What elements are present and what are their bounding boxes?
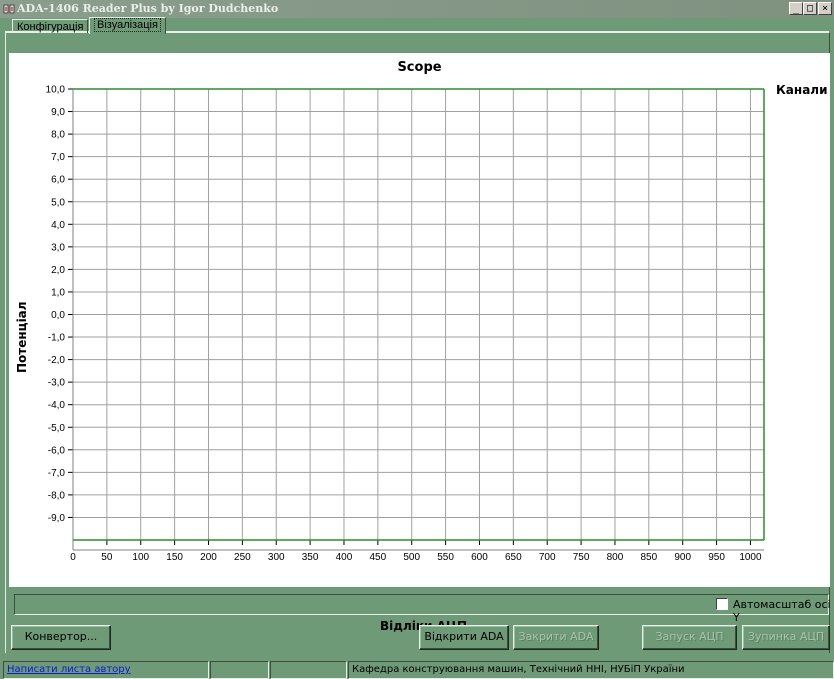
x-tick-label: 650 bbox=[505, 552, 522, 563]
y-tick-label: -5,0 bbox=[48, 423, 66, 434]
x-tick-label: 150 bbox=[166, 552, 183, 563]
status-link-cell: Написати листа автору bbox=[3, 661, 209, 679]
x-tick-label: 1000 bbox=[739, 552, 762, 563]
x-tick-label: 750 bbox=[573, 552, 590, 563]
y-tick-label: -2,0 bbox=[48, 355, 66, 366]
x-tick-label: 0 bbox=[70, 552, 76, 563]
y-tick-label: -6,0 bbox=[48, 445, 66, 456]
tab-label: Візуалізація bbox=[94, 18, 161, 32]
status-cell-empty-2 bbox=[270, 661, 347, 679]
write-author-link[interactable]: Написати листа автору bbox=[7, 664, 131, 675]
y-tick-label: 4,0 bbox=[51, 220, 65, 231]
x-tick-label: 700 bbox=[539, 552, 556, 563]
y-tick-label: 3,0 bbox=[51, 242, 65, 253]
scope-plot[interactable]: 0 50 100 150 200 250 300 350 400 450 500 550 600 650 7… bbox=[9, 53, 830, 587]
stop-adc-button[interactable]: Зупинка АЦП bbox=[742, 625, 830, 650]
autoscale-checkbox[interactable] bbox=[716, 598, 728, 610]
y-tick-label: 1,0 bbox=[51, 287, 65, 298]
app-icon bbox=[3, 4, 15, 14]
y-tick-label: 2,0 bbox=[51, 265, 65, 276]
x-tick-label: 50 bbox=[101, 552, 113, 563]
autoscale-label: Автомасштаб осі Y bbox=[733, 598, 831, 624]
y-tick-label: -8,0 bbox=[48, 490, 66, 501]
close-ada-button[interactable]: Закрити ADA bbox=[513, 625, 599, 650]
status-bar: Написати листа автору Кафедра конструюва… bbox=[0, 660, 834, 679]
converter-button[interactable]: Конвертор... bbox=[11, 625, 111, 650]
y-tick-label: -4,0 bbox=[48, 400, 66, 411]
minimize-icon[interactable]: _ bbox=[789, 2, 803, 15]
x-tick-label: 900 bbox=[674, 552, 691, 563]
x-tick-label: 500 bbox=[403, 552, 420, 563]
x-tick-label: 200 bbox=[200, 552, 217, 563]
title-bar: ADA-1406 Reader Plus by Igor Dudchenko _… bbox=[0, 0, 834, 18]
y-tick-label: 6,0 bbox=[51, 175, 65, 186]
x-tick-label: 300 bbox=[268, 552, 285, 563]
status-cell-empty-1 bbox=[210, 661, 269, 679]
open-ada-button[interactable]: Відкрити ADA bbox=[419, 625, 509, 650]
x-tick-label: 950 bbox=[708, 552, 725, 563]
y-tick-label: 0,0 bbox=[51, 310, 65, 321]
window-title: ADA-1406 Reader Plus by Igor Dudchenko bbox=[17, 2, 279, 15]
y-tick-label: 7,0 bbox=[51, 152, 65, 163]
options-bar bbox=[14, 594, 829, 615]
x-tick-label: 800 bbox=[607, 552, 624, 563]
maximize-icon[interactable]: □ bbox=[803, 2, 817, 15]
y-tick-label: -9,0 bbox=[48, 513, 66, 524]
status-info: Кафедра конструювання машин, Технічний Н… bbox=[348, 661, 834, 679]
x-tick-label: 250 bbox=[234, 552, 251, 563]
panel-border-left bbox=[5, 33, 6, 653]
y-tick-label: -1,0 bbox=[48, 333, 66, 344]
x-tick-label: 450 bbox=[370, 552, 387, 563]
x-tick-label: 400 bbox=[336, 552, 353, 563]
x-tick-label: 350 bbox=[302, 552, 319, 563]
y-tick-label: 9,0 bbox=[51, 107, 65, 118]
chart-panel: Scope Канали Потенціал Відліки АЦП 05010… bbox=[9, 53, 830, 633]
tab-configuration[interactable]: Конфігурація bbox=[12, 19, 89, 33]
x-tick-label: 100 bbox=[132, 552, 149, 563]
y-tick-label: 5,0 bbox=[51, 197, 65, 208]
x-tick-label: 550 bbox=[437, 552, 454, 563]
tab-visualization[interactable]: Візуалізація bbox=[89, 17, 166, 34]
start-adc-button[interactable]: Запуск АЦП bbox=[642, 625, 737, 650]
x-tick-label: 850 bbox=[640, 552, 657, 563]
x-tick-label: 600 bbox=[471, 552, 488, 563]
y-tick-label: 8,0 bbox=[51, 130, 65, 141]
y-tick-label: 10,0 bbox=[46, 85, 66, 96]
close-icon[interactable]: × bbox=[818, 2, 832, 15]
y-tick-label: -3,0 bbox=[48, 378, 66, 389]
tab-label: Конфігурація bbox=[17, 21, 84, 33]
y-tick-label: -7,0 bbox=[48, 468, 66, 479]
